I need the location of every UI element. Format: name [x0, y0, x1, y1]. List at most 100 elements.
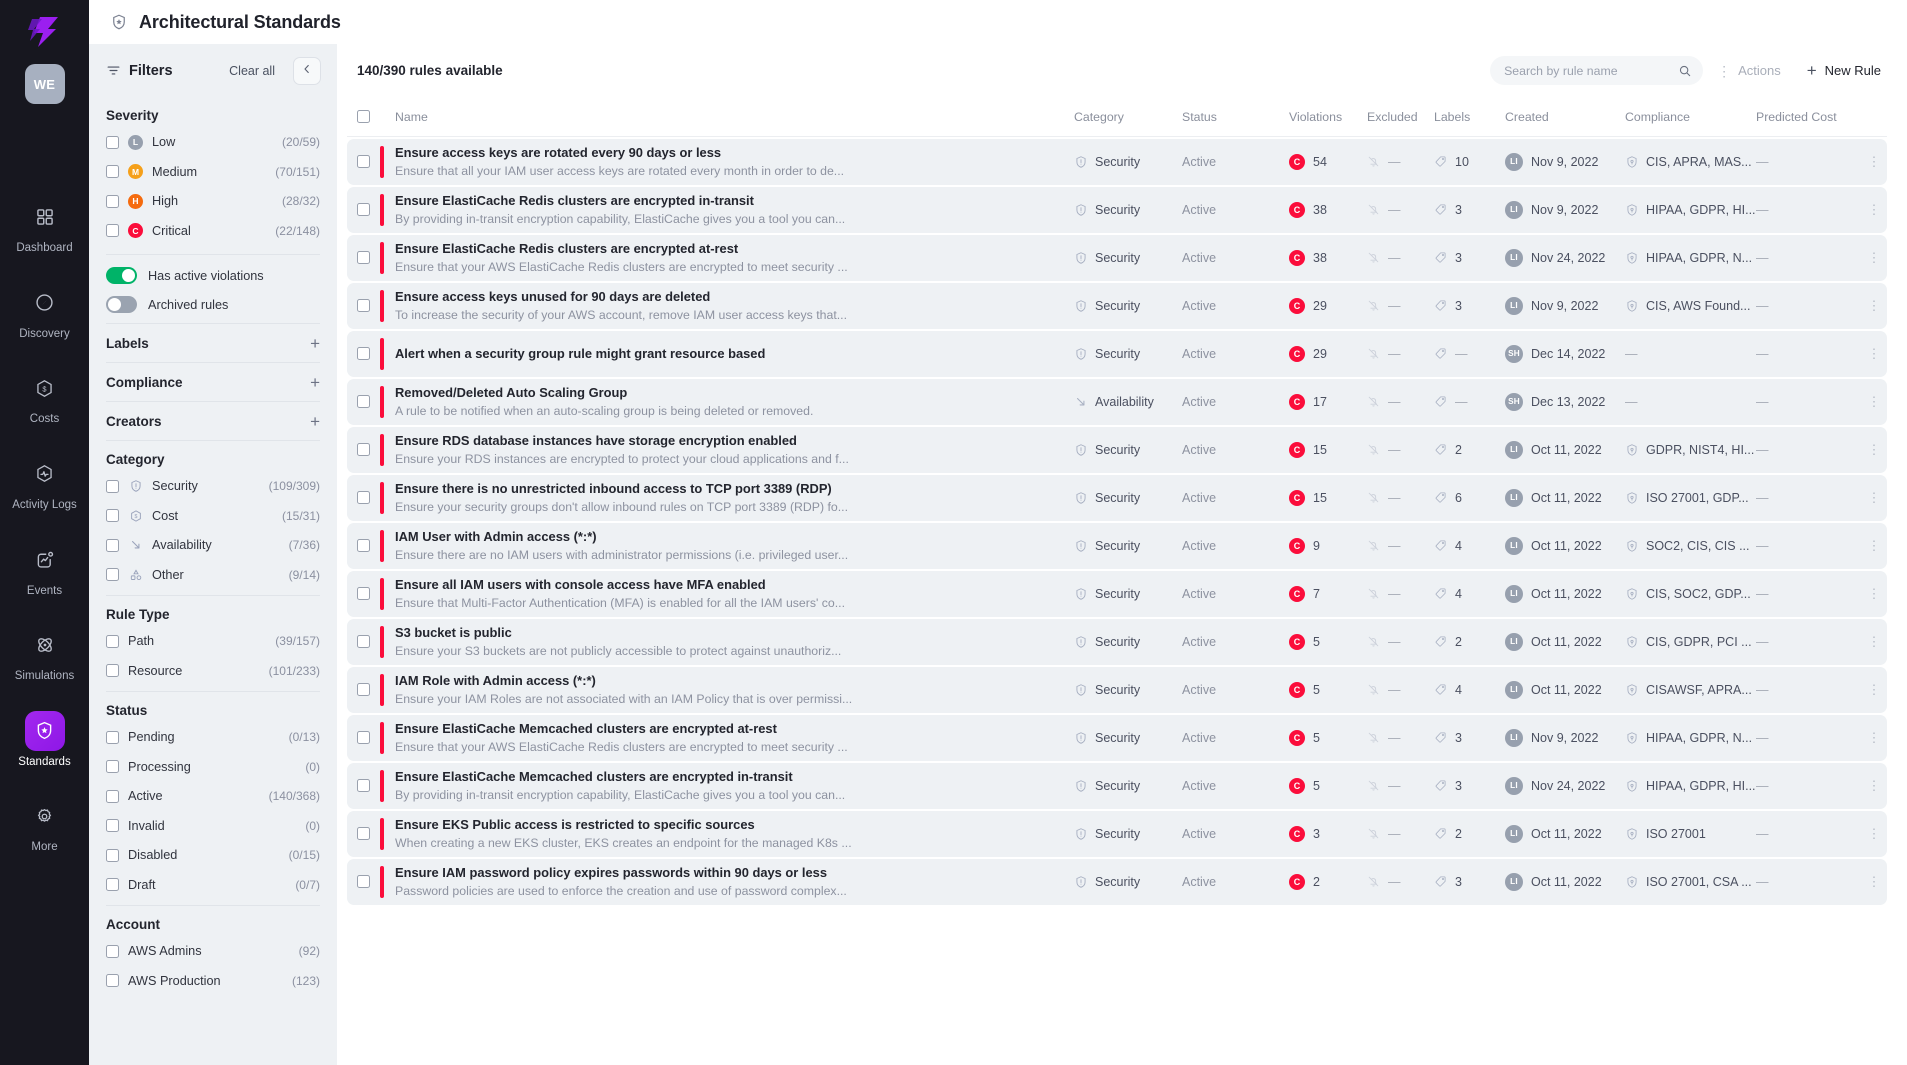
column-header-name[interactable]: Name — [380, 110, 1074, 124]
collapse-filters-button[interactable] — [293, 56, 321, 85]
table-row[interactable]: S3 bucket is public Ensure your S3 bucket… — [347, 618, 1887, 665]
checkbox[interactable] — [106, 135, 119, 149]
toggle-switch[interactable] — [106, 267, 137, 284]
column-header-status[interactable]: Status — [1182, 110, 1289, 124]
table-row[interactable]: Ensure access keys are rotated every 90 … — [347, 138, 1887, 185]
rule-name-cell[interactable]: IAM Role with Admin access (*:*) Ensure y… — [380, 672, 1074, 707]
app-logo[interactable] — [19, 10, 71, 54]
filter-option-critical[interactable]: C Critical (22/148) — [106, 221, 320, 242]
checkbox[interactable] — [106, 789, 119, 803]
row-menu-button[interactable]: ⋮ — [1861, 875, 1887, 888]
column-header-created[interactable]: Created — [1505, 110, 1625, 124]
filter-option-processing[interactable]: Processing (0) — [106, 757, 320, 778]
row-menu-button[interactable]: ⋮ — [1861, 299, 1887, 312]
toggle-archived-rules[interactable]: Archived rules — [106, 296, 320, 313]
row-checkbox[interactable] — [357, 347, 380, 361]
row-menu-button[interactable]: ⋮ — [1861, 491, 1887, 504]
row-checkbox[interactable] — [357, 827, 380, 841]
add-creator-filter-button[interactable]: + — [310, 413, 320, 430]
row-checkbox[interactable] — [357, 731, 380, 745]
filter-option-other[interactable]: Other (9/14) — [106, 565, 320, 586]
row-checkbox[interactable] — [357, 635, 380, 649]
rule-name-cell[interactable]: Ensure access keys unused for 90 days ar… — [380, 288, 1074, 323]
actions-button[interactable]: ⋮ Actions — [1709, 56, 1789, 86]
rule-name-cell[interactable]: Ensure RDS database instances have stora… — [380, 432, 1074, 467]
checkbox[interactable] — [106, 944, 119, 958]
row-checkbox[interactable] — [357, 299, 380, 313]
table-row[interactable]: Ensure EKS Public access is restricted t… — [347, 810, 1887, 857]
row-menu-button[interactable]: ⋮ — [1861, 203, 1887, 216]
filter-option-active[interactable]: Active (140/368) — [106, 786, 320, 807]
filter-option-cost[interactable]: $ Cost (15/31) — [106, 506, 320, 527]
filter-option-aws-production[interactable]: AWS Production (123) — [106, 971, 320, 992]
row-menu-button[interactable]: ⋮ — [1861, 827, 1887, 840]
toggle-switch[interactable] — [106, 296, 137, 313]
filter-option-invalid[interactable]: Invalid (0) — [106, 816, 320, 837]
table-row[interactable]: Ensure ElastiCache Redis clusters are en… — [347, 234, 1887, 281]
checkbox[interactable] — [106, 165, 119, 179]
row-menu-button[interactable]: ⋮ — [1861, 635, 1887, 648]
rule-name-cell[interactable]: Ensure all IAM users with console access… — [380, 576, 1074, 611]
row-menu-button[interactable]: ⋮ — [1861, 539, 1887, 552]
rules-table[interactable]: Name Category Status Violations Excluded… — [337, 97, 1907, 1065]
row-checkbox[interactable] — [357, 443, 380, 457]
checkbox[interactable] — [106, 509, 119, 523]
filter-option-medium[interactable]: M Medium (70/151) — [106, 162, 320, 183]
rule-name-cell[interactable]: Ensure IAM password policy expires passw… — [380, 864, 1074, 899]
filter-option-resource[interactable]: Resource (101/233) — [106, 661, 320, 682]
table-row[interactable]: Alert when a security group rule might g… — [347, 330, 1887, 377]
column-header-violations[interactable]: Violations — [1289, 110, 1367, 124]
row-menu-button[interactable]: ⋮ — [1861, 347, 1887, 360]
new-rule-button[interactable]: + New Rule — [1795, 56, 1887, 86]
row-checkbox[interactable] — [357, 539, 380, 553]
rule-name-cell[interactable]: Alert when a security group rule might g… — [380, 345, 1074, 362]
search-box[interactable] — [1490, 56, 1704, 85]
filter-option-low[interactable]: L Low (20/59) — [106, 132, 320, 153]
rule-name-cell[interactable]: Ensure ElastiCache Memcached clusters ar… — [380, 768, 1074, 803]
rule-name-cell[interactable]: Ensure ElastiCache Redis clusters are en… — [380, 240, 1074, 275]
checkbox[interactable] — [106, 974, 119, 988]
rule-name-cell[interactable]: IAM User with Admin access (*:*) Ensure t… — [380, 528, 1074, 563]
clear-all-button[interactable]: Clear all — [229, 64, 275, 78]
sidebar-item-more[interactable]: More — [6, 793, 84, 857]
table-row[interactable]: IAM User with Admin access (*:*) Ensure t… — [347, 522, 1887, 569]
checkbox[interactable] — [106, 538, 119, 552]
checkbox[interactable] — [106, 730, 119, 744]
row-menu-button[interactable]: ⋮ — [1861, 155, 1887, 168]
row-menu-button[interactable]: ⋮ — [1861, 683, 1887, 696]
table-row[interactable]: Removed/Deleted Auto Scaling Group A rule… — [347, 378, 1887, 425]
sidebar-item-activity-logs[interactable]: Activity Logs — [6, 451, 84, 515]
rule-name-cell[interactable]: Ensure there is no unrestricted inbound … — [380, 480, 1074, 515]
rule-name-cell[interactable]: Ensure access keys are rotated every 90 … — [380, 144, 1074, 179]
add-label-filter-button[interactable]: + — [310, 335, 320, 352]
search-input[interactable] — [1504, 63, 1673, 78]
table-row[interactable]: Ensure IAM password policy expires passw… — [347, 858, 1887, 905]
row-menu-button[interactable]: ⋮ — [1861, 731, 1887, 744]
checkbox[interactable] — [106, 568, 119, 582]
filter-option-availability[interactable]: Availability (7/36) — [106, 535, 320, 556]
table-row[interactable]: IAM Role with Admin access (*:*) Ensure y… — [347, 666, 1887, 713]
checkbox[interactable] — [106, 224, 119, 238]
toggle-has-active-violations[interactable]: Has active violations — [106, 267, 320, 284]
sidebar-item-standards[interactable]: Standards — [6, 708, 84, 772]
row-checkbox[interactable] — [357, 251, 380, 265]
filter-option-security[interactable]: Security (109/309) — [106, 476, 320, 497]
rule-name-cell[interactable]: Removed/Deleted Auto Scaling Group A rule… — [380, 384, 1074, 419]
sidebar-item-costs[interactable]: $ Costs — [6, 365, 84, 429]
rule-name-cell[interactable]: Ensure ElastiCache Memcached clusters ar… — [380, 720, 1074, 755]
checkbox[interactable] — [106, 848, 119, 862]
checkbox[interactable] — [106, 819, 119, 833]
filter-option-draft[interactable]: Draft (0/7) — [106, 875, 320, 896]
sidebar-item-dashboard[interactable]: Dashboard — [6, 194, 84, 258]
sidebar-item-simulations[interactable]: Simulations — [6, 622, 84, 686]
add-compliance-filter-button[interactable]: + — [310, 374, 320, 391]
row-menu-button[interactable]: ⋮ — [1861, 443, 1887, 456]
filter-option-pending[interactable]: Pending (0/13) — [106, 727, 320, 748]
filter-option-aws-admins[interactable]: AWS Admins (92) — [106, 941, 320, 962]
row-checkbox[interactable] — [357, 491, 380, 505]
row-menu-button[interactable]: ⋮ — [1861, 587, 1887, 600]
table-row[interactable]: Ensure all IAM users with console access… — [347, 570, 1887, 617]
checkbox[interactable] — [106, 634, 119, 648]
row-checkbox[interactable] — [357, 587, 380, 601]
table-row[interactable]: Ensure there is no unrestricted inbound … — [347, 474, 1887, 521]
